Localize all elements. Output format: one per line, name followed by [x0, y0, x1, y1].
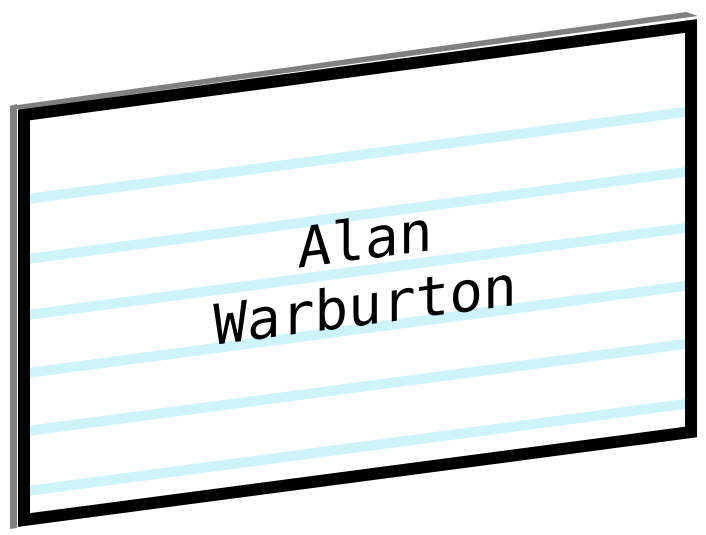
index-card-scene: Alan Warburton: [10, 12, 698, 529]
card-side-edge: [10, 104, 17, 529]
